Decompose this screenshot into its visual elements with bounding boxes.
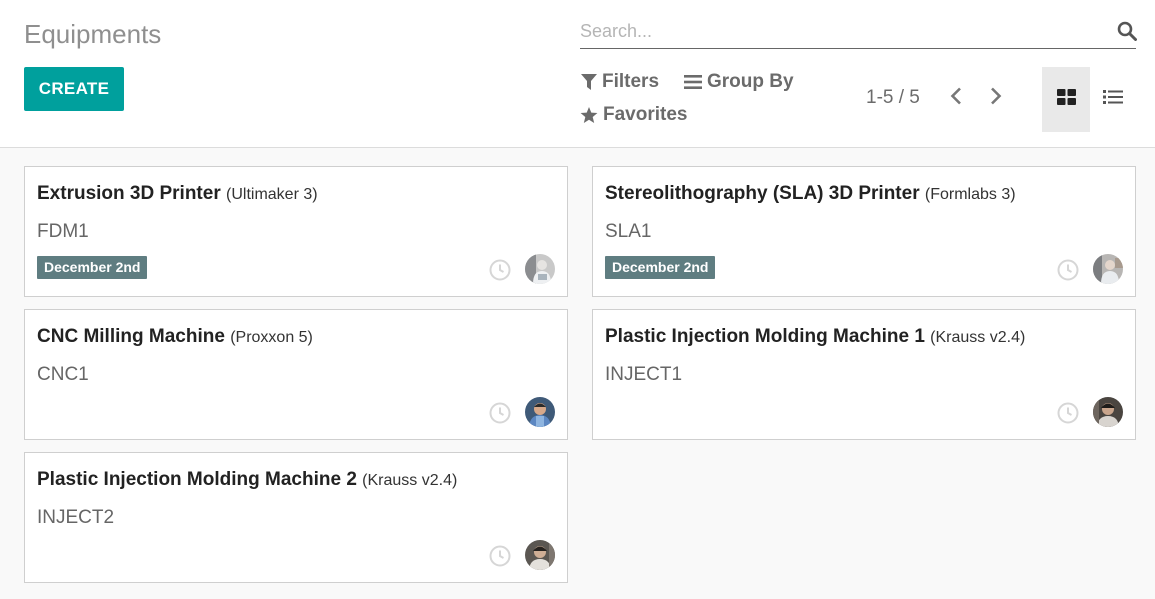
clock-icon[interactable]	[489, 259, 511, 281]
card-title: Plastic Injection Molding Machine 1 (Kra…	[605, 326, 1025, 348]
kanban-card[interactable]: Plastic Injection Molding Machine 2 (Kra…	[24, 452, 568, 583]
equipment-model: (Proxxon 5)	[230, 329, 313, 346]
equipment-name: Plastic Injection Molding Machine 1	[605, 326, 925, 347]
equipment-name: Plastic Injection Molding Machine 2	[37, 469, 357, 490]
pager-value[interactable]: 1-5 / 5	[866, 87, 920, 109]
bars-icon	[684, 74, 702, 90]
kanban-card[interactable]: Extrusion 3D Printer (Ultimaker 3) FDM1 …	[24, 166, 568, 297]
star-icon	[580, 106, 598, 124]
avatar[interactable]	[525, 397, 555, 427]
card-title: Stereolithography (SLA) 3D Printer (Form…	[605, 183, 1016, 205]
equipment-model: (Krauss v2.4)	[930, 329, 1026, 346]
equipment-reference: SLA1	[605, 221, 652, 242]
avatar[interactable]	[1093, 254, 1123, 284]
control-panel: Equipments CREATE Filters Group By	[0, 0, 1155, 148]
filter-icon	[581, 73, 597, 91]
date-badge: December 2nd	[37, 256, 148, 279]
equipment-name: Stereolithography (SLA) 3D Printer	[605, 183, 920, 204]
kanban-grid-icon	[1056, 89, 1076, 110]
card-title: Plastic Injection Molding Machine 2 (Kra…	[37, 469, 457, 491]
equipment-model: (Krauss v2.4)	[362, 472, 458, 489]
avatar[interactable]	[525, 540, 555, 570]
equipment-reference: CNC1	[37, 364, 89, 385]
kanban-card[interactable]: Stereolithography (SLA) 3D Printer (Form…	[592, 166, 1136, 297]
search-input[interactable]	[580, 18, 1100, 44]
chevron-left-icon	[950, 87, 962, 110]
equipment-reference: INJECT1	[605, 364, 683, 385]
avatar[interactable]	[525, 254, 555, 284]
group-by-button[interactable]: Group By	[684, 71, 794, 93]
kanban-card[interactable]: CNC Milling Machine (Proxxon 5) CNC1	[24, 309, 568, 440]
create-button[interactable]: CREATE	[24, 67, 124, 111]
list-view-button[interactable]	[1089, 67, 1137, 132]
favorites-button[interactable]: Favorites	[580, 104, 687, 126]
equipment-name: Extrusion 3D Printer	[37, 183, 221, 204]
equipment-reference: FDM1	[37, 221, 89, 242]
clock-icon[interactable]	[489, 402, 511, 424]
filters-button[interactable]: Filters	[581, 71, 659, 93]
card-title: Extrusion 3D Printer (Ultimaker 3)	[37, 183, 318, 205]
card-title: CNC Milling Machine (Proxxon 5)	[37, 326, 313, 348]
clock-icon[interactable]	[1057, 259, 1079, 281]
equipment-model: (Ultimaker 3)	[226, 186, 318, 203]
avatar[interactable]	[1093, 397, 1123, 427]
page-title: Equipments	[24, 19, 162, 49]
kanban-view: Extrusion 3D Printer (Ultimaker 3) FDM1 …	[0, 148, 1155, 599]
date-badge: December 2nd	[605, 256, 716, 279]
list-icon	[1103, 89, 1123, 110]
favorites-label: Favorites	[603, 104, 688, 125]
group-by-label: Group By	[707, 71, 794, 92]
equipment-model: (Formlabs 3)	[924, 186, 1016, 203]
equipment-name: CNC Milling Machine	[37, 326, 225, 347]
chevron-right-icon	[990, 87, 1002, 110]
equipment-reference: INJECT2	[37, 507, 115, 528]
filters-label: Filters	[602, 71, 660, 92]
pager-next-button[interactable]	[985, 86, 1007, 110]
clock-icon[interactable]	[1057, 402, 1079, 424]
kanban-card[interactable]: Plastic Injection Molding Machine 1 (Kra…	[592, 309, 1136, 440]
clock-icon[interactable]	[489, 545, 511, 567]
kanban-view-button[interactable]	[1042, 67, 1090, 132]
search-icon[interactable]	[1117, 21, 1137, 41]
pager-previous-button[interactable]	[945, 86, 967, 110]
search-bar	[580, 12, 1137, 49]
